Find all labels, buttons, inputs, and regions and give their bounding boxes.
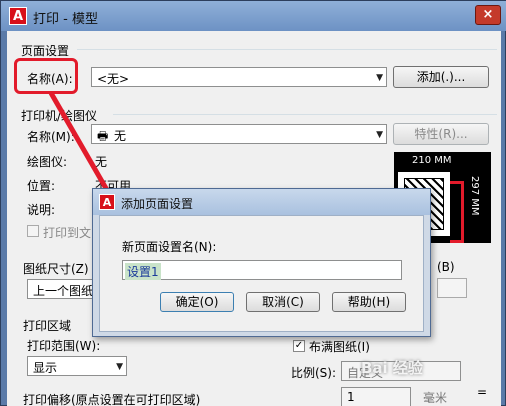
ok-button[interactable]: 确定(O) [160,292,234,312]
new-setup-name-label: 新页面设置名(N): [122,240,217,254]
help-button[interactable]: 帮助(H) [332,292,406,312]
print-window: A 打印 - 模型 × 页面设置 名称(A): <无> ▼ 添加(.)... 打… [0,0,506,406]
watermark: Bai 经验 [361,359,423,377]
dialog-title: 添加页面设置 [121,197,194,211]
preview-red-marker [450,181,464,243]
dialog-body: 新页面设置名(N): 设置1 确定(O) 取消(C) 帮助(H) [99,215,424,332]
add-page-setup-dialog: A 添加页面设置 新页面设置名(N): 设置1 确定(O) 取消(C) 帮助(H… [92,188,431,337]
autocad-logo-icon: A [99,194,115,210]
new-setup-name-value: 设置1 [125,263,161,280]
dialog-title-bar[interactable]: A 添加页面设置 [93,189,430,215]
cancel-button[interactable]: 取消(C) [246,292,320,312]
new-setup-name-input[interactable]: 设置1 [122,260,402,280]
